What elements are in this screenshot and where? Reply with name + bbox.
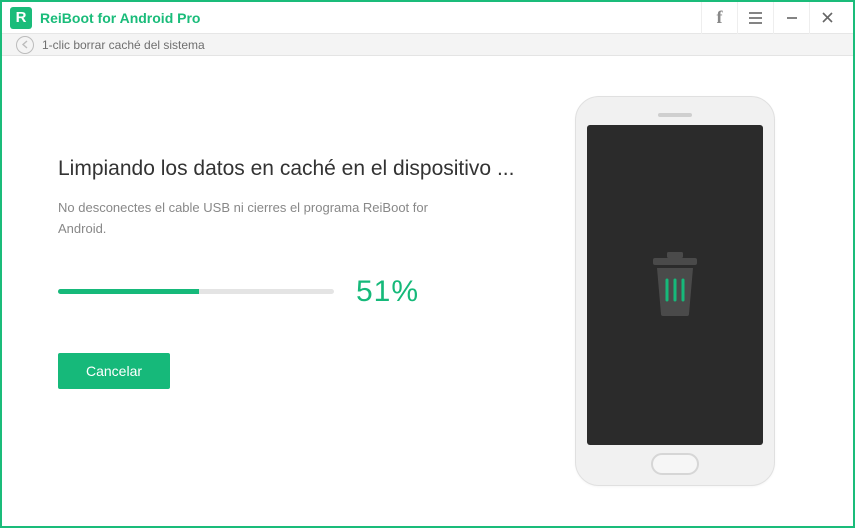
phone-mockup <box>575 96 775 486</box>
status-subtext: No desconectes el cable USB ni cierres e… <box>58 198 448 238</box>
progress-bar <box>58 289 334 294</box>
facebook-icon[interactable]: f <box>701 2 737 34</box>
window-controls: f <box>701 2 845 34</box>
app-logo: R <box>10 7 32 29</box>
main-content: Limpiando los datos en caché en el dispo… <box>2 56 853 526</box>
phone-speaker <box>658 113 692 117</box>
progress-percent-label: 51% <box>356 275 419 309</box>
app-logo-letter: R <box>16 9 27 26</box>
close-icon[interactable] <box>809 2 845 34</box>
phone-home-button <box>651 453 699 475</box>
menu-icon[interactable] <box>737 2 773 34</box>
left-panel: Limpiando los datos en caché en el dispo… <box>58 96 545 486</box>
back-button[interactable] <box>16 36 34 54</box>
progress-fill <box>58 289 199 294</box>
progress-row: 51% <box>58 275 525 309</box>
title-bar: R ReiBoot for Android Pro f <box>2 2 853 34</box>
app-window: R ReiBoot for Android Pro f <box>0 0 855 528</box>
phone-screen <box>587 125 763 445</box>
status-heading: Limpiando los datos en caché en el dispo… <box>58 154 525 184</box>
minimize-icon[interactable] <box>773 2 809 34</box>
right-panel <box>545 96 805 486</box>
breadcrumb-bar: 1-clic borrar caché del sistema <box>2 34 853 56</box>
trash-icon <box>647 250 703 320</box>
cancel-button[interactable]: Cancelar <box>58 353 170 389</box>
breadcrumb-label: 1-clic borrar caché del sistema <box>42 38 205 52</box>
app-title: ReiBoot for Android Pro <box>40 10 200 26</box>
